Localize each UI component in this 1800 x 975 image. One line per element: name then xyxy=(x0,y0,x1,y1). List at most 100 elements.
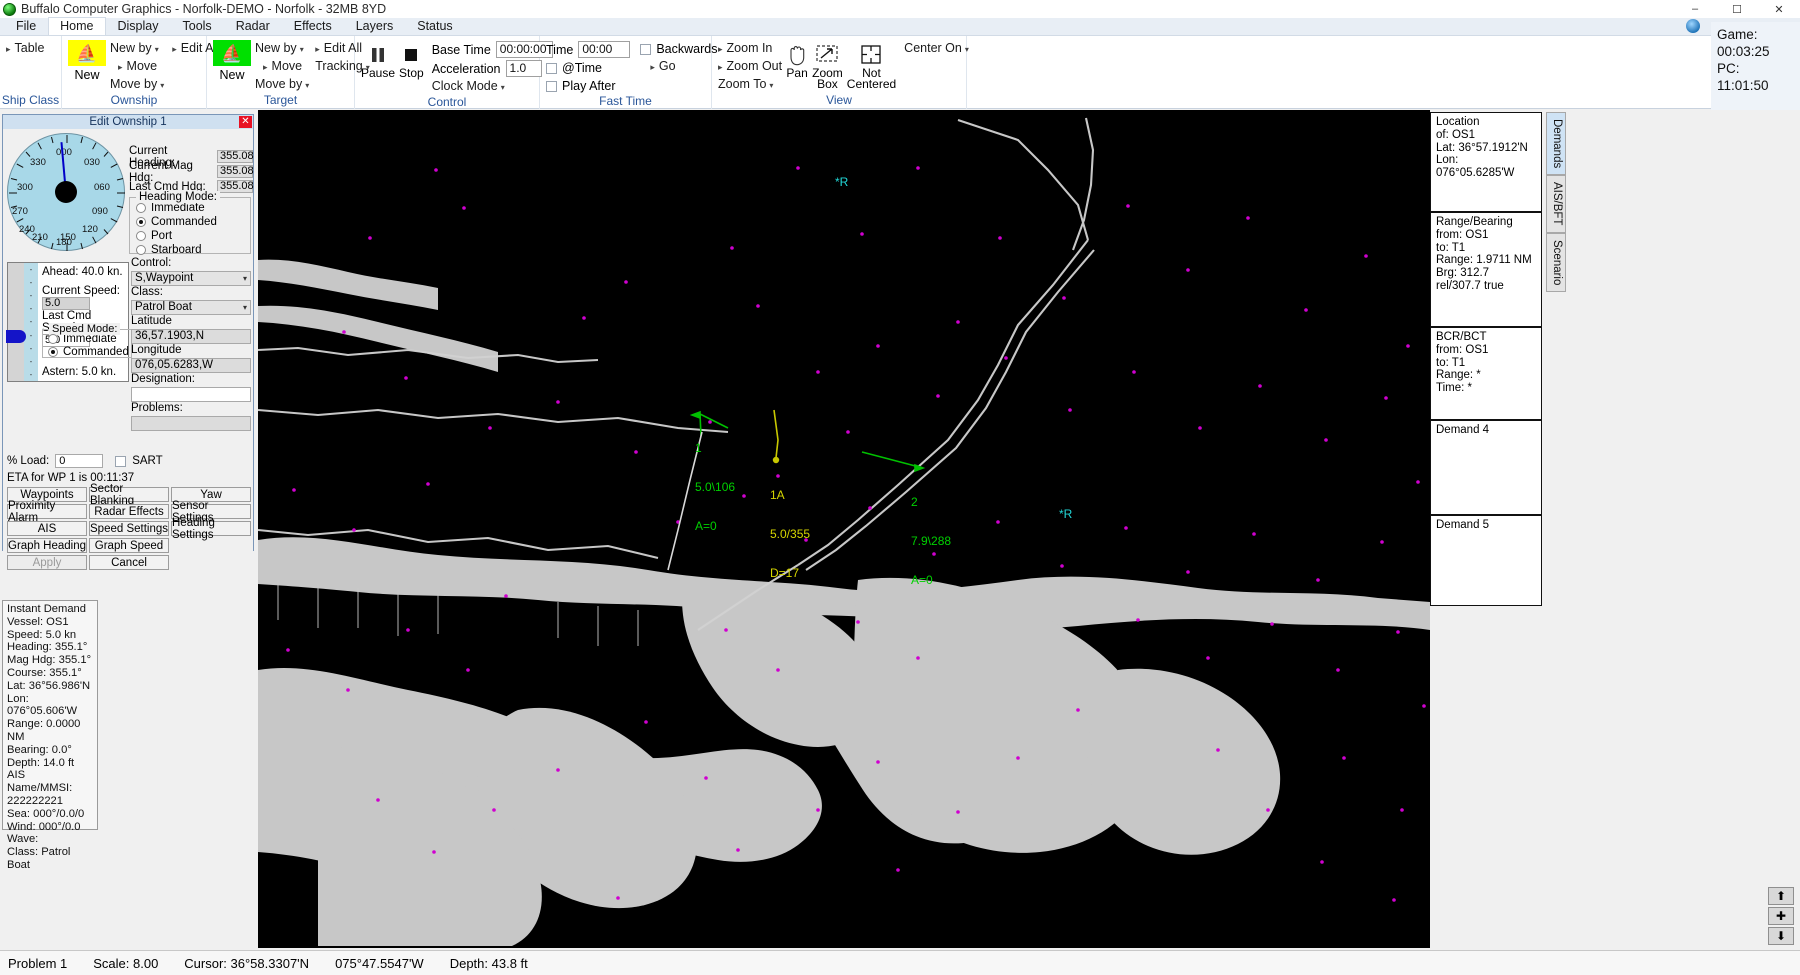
acceleration-value[interactable]: 1.0 xyxy=(506,60,542,77)
heading-compass[interactable]: 000 030 060 090 120 150 180 210 240 270 … xyxy=(7,133,125,251)
map-contact-label-1[interactable]: 1 5.0\106 A=0 xyxy=(695,416,735,559)
center-on-button[interactable]: Center On xyxy=(904,40,969,58)
backwards-checkbox[interactable]: Backwards xyxy=(640,40,717,58)
fast-time-value[interactable]: 00:00 xyxy=(578,41,630,58)
pan-button[interactable]: Pan xyxy=(786,40,808,79)
target-move-button[interactable]: Move xyxy=(255,58,309,76)
tab-radar[interactable]: Radar xyxy=(224,17,282,35)
close-button[interactable]: ✕ xyxy=(1758,0,1800,18)
zoom-box-button[interactable]: ZoomBox xyxy=(812,40,843,90)
compass-tick-300: 300 xyxy=(17,182,33,193)
latitude-label: Latitude xyxy=(131,315,251,329)
sector-blanking-button[interactable]: Sector Blanking xyxy=(89,487,169,502)
compass-tick-000: 000 xyxy=(56,147,72,158)
sart-label: SART xyxy=(132,455,162,467)
ship-class-table-button[interactable]: Table xyxy=(6,40,44,58)
graph-speed-button[interactable]: Graph Speed xyxy=(89,538,169,553)
tab-status[interactable]: Status xyxy=(405,17,464,35)
side-tab-demands[interactable]: Demands xyxy=(1546,112,1566,175)
designation-input[interactable] xyxy=(131,387,251,402)
panel-location[interactable]: Location of: OS1 Lat: 36°57.1912'N Lon: … xyxy=(1430,112,1542,212)
play-after-checkbox[interactable]: Play After xyxy=(546,77,630,95)
nav-center-button[interactable]: ✚ xyxy=(1768,907,1794,925)
current-heading-value[interactable]: 355.08 xyxy=(217,150,253,163)
heading-mode-starboard[interactable]: Starboard xyxy=(136,244,250,256)
control-select[interactable]: S,Waypoint xyxy=(131,271,251,286)
fast-time-field[interactable]: Time 00:00 xyxy=(546,40,630,59)
maximize-button[interactable]: ☐ xyxy=(1716,0,1758,18)
tab-effects[interactable]: Effects xyxy=(282,17,344,35)
at-time-checkbox[interactable]: @Time xyxy=(546,59,630,77)
tab-display[interactable]: Display xyxy=(106,17,171,35)
go-button[interactable]: Go xyxy=(640,58,717,76)
pause-button[interactable]: Pause xyxy=(361,40,395,79)
nav-down-button[interactable]: ⬇ xyxy=(1768,927,1794,945)
ais-button[interactable]: AIS xyxy=(7,521,87,536)
instant-demand-line: Range: 0.0000 NM xyxy=(7,718,93,744)
not-centered-button[interactable]: NotCentered xyxy=(847,40,896,90)
target-move-by-button[interactable]: Move by xyxy=(255,76,309,94)
latitude-input[interactable]: 36,57.1903,N xyxy=(131,329,251,344)
panel-demand-4[interactable]: Demand 4 xyxy=(1430,420,1542,515)
panel-bcr-bct[interactable]: BCR/BCT from: OS1 to: T1 Range: * Time: … xyxy=(1430,327,1542,420)
heading-settings-button[interactable]: Heading Settings xyxy=(171,521,251,536)
speed-slider-knob[interactable] xyxy=(6,330,26,343)
help-icon[interactable] xyxy=(1686,19,1700,33)
ownship-move-button[interactable]: Move xyxy=(110,58,164,76)
apply-button[interactable]: Apply xyxy=(7,555,87,570)
tab-file[interactable]: File xyxy=(4,17,48,35)
speed-control-panel[interactable]: ----- ---- Ahead: 40.0 kn. Current Speed… xyxy=(7,262,129,382)
speed-mode-title: Speed Mode: xyxy=(49,323,120,335)
current-mag-heading-value[interactable]: 355.08 xyxy=(217,165,253,178)
cancel-button[interactable]: Cancel xyxy=(89,555,169,570)
instant-demand-panel: Instant Demand Vessel: OS1 Speed: 5.0 kn… xyxy=(2,600,98,830)
speed-settings-button[interactable]: Speed Settings xyxy=(89,521,169,536)
heading-mode-immediate[interactable]: Immediate xyxy=(136,202,250,214)
zoom-in-button[interactable]: Zoom In xyxy=(718,40,782,58)
longitude-input[interactable]: 076,05.6283,W xyxy=(131,358,251,373)
zoom-out-button[interactable]: Zoom Out xyxy=(718,58,782,76)
base-time-field[interactable]: Base Time 00:00:00 xyxy=(432,40,553,59)
side-tab-ais-bft[interactable]: AIS/BFT xyxy=(1546,175,1566,232)
ownship-new-button[interactable]: ⛵ New xyxy=(68,40,106,82)
heading-mode-commanded[interactable]: Commanded xyxy=(136,216,250,228)
acceleration-field[interactable]: Acceleration 1.0 xyxy=(432,59,553,78)
speed-mode-commanded[interactable]: Commanded xyxy=(48,346,131,358)
nav-up-button[interactable]: ⬆ xyxy=(1768,887,1794,905)
map-contact-label-1a[interactable]: 1A 5.0/355 D=17 xyxy=(770,463,810,606)
clock-mode-button[interactable]: Clock Mode xyxy=(432,78,553,96)
game-time-label: Game: xyxy=(1717,26,1794,43)
side-tab-scenario[interactable]: Scenario xyxy=(1546,233,1566,292)
dialog-close-icon[interactable]: ✕ xyxy=(239,116,252,128)
chart-vector-layer xyxy=(258,110,1430,948)
proximity-alarm-button[interactable]: Proximity Alarm xyxy=(7,504,87,519)
ownship-new-by-button[interactable]: New by xyxy=(110,40,164,58)
map-contact-label-2[interactable]: 2 7.9\288 A=0 xyxy=(911,470,951,613)
ownship-move-by-button[interactable]: Move by xyxy=(110,76,164,94)
zoom-to-button[interactable]: Zoom To xyxy=(718,76,782,94)
tab-tools[interactable]: Tools xyxy=(171,17,224,35)
map-marker-r2[interactable]: *R xyxy=(1059,508,1072,521)
zoom-box-icon xyxy=(815,42,839,68)
graph-heading-button[interactable]: Graph Heading xyxy=(7,538,87,553)
radio-circle xyxy=(136,245,146,255)
panel-demand-5[interactable]: Demand 5 xyxy=(1430,515,1542,606)
heading-mode-port[interactable]: Port xyxy=(136,230,250,242)
class-select[interactable]: Patrol Boat xyxy=(131,300,251,315)
panel-range-bearing[interactable]: Range/Bearing from: OS1 to: T1 Range: 1.… xyxy=(1430,212,1542,327)
load-input[interactable]: 0 xyxy=(55,454,103,468)
map-marker-r1[interactable]: *R xyxy=(835,176,848,189)
problems-label: Problems: xyxy=(131,402,251,416)
stop-button[interactable]: Stop xyxy=(399,40,424,79)
target-new-by-button[interactable]: New by xyxy=(255,40,309,58)
sart-checkbox[interactable] xyxy=(115,456,126,467)
radar-effects-button[interactable]: Radar Effects xyxy=(89,504,169,519)
instant-demand-line: Wind: 000°/0.0 xyxy=(7,821,93,834)
minimize-button[interactable]: – xyxy=(1674,0,1716,18)
target-new-button[interactable]: ⛵ New xyxy=(213,40,251,82)
speed-slider-track[interactable] xyxy=(8,263,24,381)
last-cmd-heading-value[interactable]: 355.08 xyxy=(217,180,253,193)
chart-map-view[interactable]: 1 5.0\106 A=0 1A 5.0/355 D=17 2 7.9\288 … xyxy=(258,110,1430,948)
tab-layers[interactable]: Layers xyxy=(344,17,406,35)
tab-home[interactable]: Home xyxy=(48,17,105,35)
